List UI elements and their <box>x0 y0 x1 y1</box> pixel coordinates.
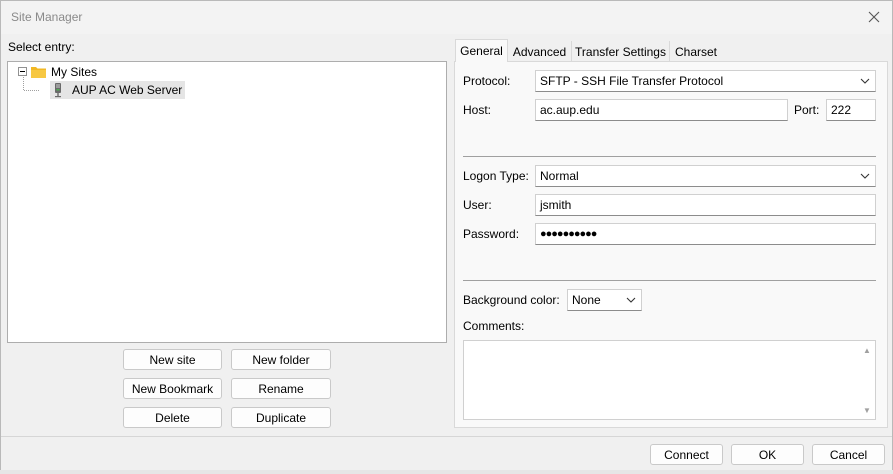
close-icon <box>868 11 880 23</box>
new-folder-button[interactable]: New folder <box>231 349 331 370</box>
chevron-down-icon <box>860 173 870 179</box>
tab-general[interactable]: General <box>455 39 508 62</box>
user-value: jsmith <box>540 198 572 212</box>
password-value: ●●●●●●●●●● <box>540 228 597 240</box>
protocol-label: Protocol: <box>463 74 511 88</box>
background-color-value: None <box>572 293 601 307</box>
logon-type-value: Normal <box>540 169 579 183</box>
port-label: Port: <box>794 103 820 117</box>
host-label: Host: <box>463 103 492 117</box>
cancel-button[interactable]: Cancel <box>812 444 885 465</box>
new-site-button[interactable]: New site <box>123 349 222 370</box>
tree-item-my-sites[interactable]: My Sites <box>30 63 97 81</box>
chevron-down-icon <box>860 78 870 84</box>
folder-icon <box>31 67 46 78</box>
background-window-strip <box>0 470 893 474</box>
background-color-select[interactable]: None <box>567 289 642 311</box>
tree-item-label: My Sites <box>51 65 98 79</box>
separator <box>463 156 876 157</box>
close-button[interactable] <box>860 3 888 31</box>
duplicate-button[interactable]: Duplicate <box>231 407 331 428</box>
comments-label: Comments: <box>463 319 525 333</box>
tree-item-label: AUP AC Web Server <box>72 83 183 97</box>
password-input[interactable]: ●●●●●●●●●● <box>535 223 876 245</box>
site-manager-window: Site Manager Select entry: My Sites AUP … <box>0 0 893 474</box>
host-input[interactable]: ac.aup.edu <box>535 99 788 121</box>
title-bar: Site Manager <box>1 1 892 34</box>
user-label: User: <box>463 198 492 212</box>
tab-transfer-settings[interactable]: Transfer Settings <box>572 41 670 62</box>
comments-textarea[interactable]: ▲ ▼ <box>463 340 876 420</box>
tab-advanced[interactable]: Advanced <box>508 41 572 62</box>
user-input[interactable]: jsmith <box>535 194 876 216</box>
site-tree[interactable]: My Sites AUP AC Web Server <box>7 61 447 343</box>
protocol-value: SFTP - SSH File Transfer Protocol <box>540 74 724 88</box>
logon-type-select[interactable]: Normal <box>535 165 876 187</box>
separator <box>463 280 876 281</box>
select-entry-label: Select entry: <box>8 40 75 54</box>
rename-button[interactable]: Rename <box>231 378 331 399</box>
tab-charset[interactable]: Charset <box>670 41 722 62</box>
logon-type-label: Logon Type: <box>463 169 529 183</box>
port-value: 222 <box>831 103 852 117</box>
general-panel: Protocol: SFTP - SSH File Transfer Proto… <box>454 61 888 428</box>
delete-button[interactable]: Delete <box>123 407 222 428</box>
connect-button[interactable]: Connect <box>650 444 723 465</box>
tree-item-aup-ac-web-server[interactable]: AUP AC Web Server <box>50 81 186 99</box>
scroll-down-arrow-icon[interactable]: ▼ <box>862 405 872 415</box>
ok-button[interactable]: OK <box>731 444 804 465</box>
server-icon <box>55 83 61 98</box>
scroll-up-arrow-icon[interactable]: ▲ <box>862 345 872 355</box>
window-title: Site Manager <box>11 10 83 24</box>
background-color-label: Background color: <box>463 293 560 307</box>
collapse-toggle[interactable] <box>18 67 27 76</box>
port-input[interactable]: 222 <box>826 99 876 121</box>
password-label: Password: <box>463 227 520 241</box>
new-bookmark-button[interactable]: New Bookmark <box>123 378 222 399</box>
protocol-select[interactable]: SFTP - SSH File Transfer Protocol <box>535 70 876 92</box>
footer-separator <box>1 436 892 437</box>
host-value: ac.aup.edu <box>540 103 600 117</box>
chevron-down-icon <box>626 297 636 303</box>
